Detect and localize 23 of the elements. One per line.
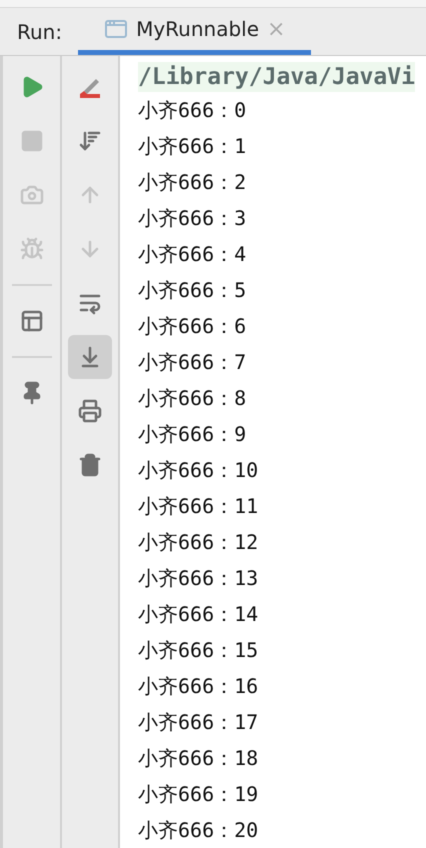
run-label: Run: <box>16 18 64 46</box>
console-line: 小齐666：14 <box>138 601 258 628</box>
console-line: 小齐666：6 <box>138 313 246 340</box>
console-line: 小齐666：20 <box>138 817 258 844</box>
console-line: 小齐666：13 <box>138 565 258 592</box>
console-line: 小齐666：9 <box>138 421 246 448</box>
console-line: 小齐666：4 <box>138 241 246 268</box>
console-line: 小齐666：16 <box>138 673 258 700</box>
console-line: 小齐666：10 <box>138 457 258 484</box>
console-line: 小齐666：18 <box>138 745 258 772</box>
console-line: 小齐666：2 <box>138 169 246 196</box>
console-line: 小齐666：17 <box>138 709 258 736</box>
console-line: 小齐666：5 <box>138 277 246 304</box>
console-line: 小齐666：19 <box>138 781 258 808</box>
console-line: 小齐666：7 <box>138 349 246 376</box>
console-line: 小齐666：11 <box>138 493 258 520</box>
console-line: 小齐666：3 <box>138 205 246 232</box>
console-line: 小齐666：0 <box>138 97 246 124</box>
console-line: 小齐666：15 <box>138 637 258 664</box>
tab-label: MyRunnable <box>136 16 260 43</box>
console-line: 小齐666：12 <box>138 529 258 556</box>
console-line: 小齐666：8 <box>138 385 246 412</box>
console-line: 小齐666：1 <box>138 133 246 160</box>
